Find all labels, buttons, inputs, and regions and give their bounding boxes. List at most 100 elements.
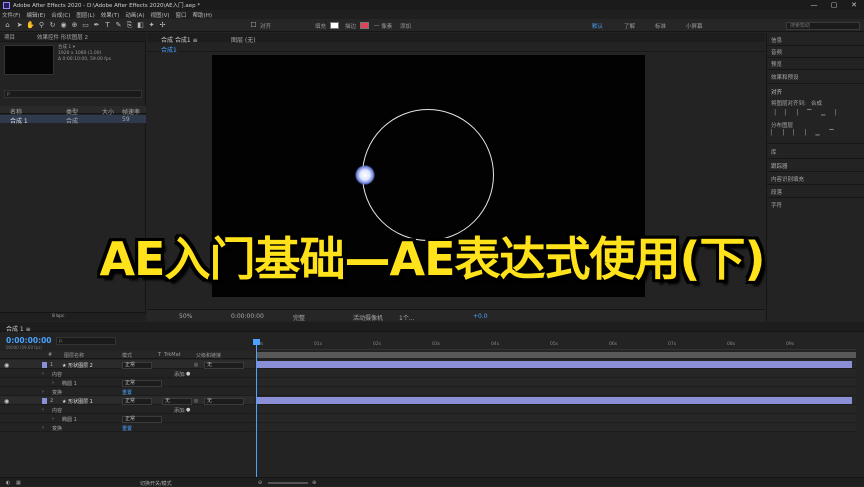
layer-name[interactable]: ★ 形状图层 1 [62, 398, 93, 405]
pen-tool-icon[interactable]: ✒ [92, 21, 101, 30]
property-transform[interactable]: › 变换 重置 [0, 387, 255, 396]
time-ruler[interactable]: 0s 01s 02s 03s 04s 05s 06s 07s 08s 09s [256, 340, 856, 350]
menu-help[interactable]: 帮助(H) [193, 11, 212, 19]
hand-tool-icon[interactable]: ✋ [26, 21, 35, 30]
ellipse-mode-select[interactable]: 正常 [122, 379, 162, 387]
playhead-line[interactable] [256, 339, 257, 477]
expand-chevron-icon[interactable]: › [42, 425, 44, 431]
selection-tool-icon[interactable]: ➤ [15, 21, 24, 30]
ellipse-shape[interactable] [362, 109, 494, 241]
workspace-small-screen[interactable]: 小屏幕 [686, 22, 703, 30]
panel-preview[interactable]: 预览 [771, 60, 782, 68]
expand-chevron-icon[interactable]: › [42, 371, 44, 377]
timeline-search-input[interactable] [56, 337, 116, 345]
stroke-width-value[interactable]: 一 像素 [374, 22, 392, 30]
minimize-button[interactable]: — [804, 0, 824, 10]
layer-mode-select[interactable]: 正常 [122, 361, 152, 369]
expand-chevron-icon[interactable]: › [42, 389, 44, 395]
property-transform[interactable]: › 变换 重置 [0, 423, 255, 432]
tab-effect-controls[interactable]: 效果控件 形状图层 2 [37, 33, 88, 41]
label-color-swatch[interactable] [42, 397, 47, 404]
zoom-level[interactable]: 50% [179, 313, 192, 320]
layer-duration-bar-2[interactable] [257, 397, 852, 404]
parent-pickwhip-icon[interactable]: ◎ [194, 362, 198, 368]
parent-pickwhip-icon[interactable]: ◎ [194, 398, 198, 404]
panel-library[interactable]: 库 [771, 148, 777, 156]
add-circle-icon[interactable]: ● [186, 371, 190, 377]
panel-align[interactable]: 对齐 [771, 88, 782, 96]
camera-tool-icon[interactable]: ◉ [59, 21, 68, 30]
zoom-out-icon[interactable]: ⊖ [258, 480, 262, 486]
work-area-bar[interactable] [256, 352, 856, 358]
property-contents[interactable]: › 内容 添加: ● [0, 405, 255, 414]
stroke-label[interactable]: 描边 [345, 22, 356, 30]
project-item-row[interactable]: 合成 1 合成 59 [0, 115, 146, 125]
add-circle-icon[interactable]: ● [186, 407, 190, 413]
eye-icon[interactable]: ◉ [4, 362, 9, 369]
distribute-buttons-icon[interactable]: ▏▕ ▏▕ ▁ ▔ [771, 130, 838, 136]
panel-audio[interactable]: 音频 [771, 48, 782, 56]
layer-parent-select[interactable]: 无 [204, 397, 244, 405]
menu-window[interactable]: 窗口 [176, 11, 187, 19]
fill-color-swatch[interactable] [330, 22, 339, 29]
column-mode[interactable]: 模式 [122, 352, 132, 359]
workspace-learn[interactable]: 了解 [624, 22, 635, 30]
camera-select[interactable]: 活动摄像机 [353, 313, 383, 322]
layer-duration-bar-1[interactable] [257, 361, 852, 368]
orbiting-dot-shape[interactable] [355, 165, 375, 185]
stroke-color-swatch[interactable] [360, 22, 369, 29]
property-ellipse[interactable]: › 椭圆 1 正常 [0, 378, 255, 387]
maximize-button[interactable]: ▢ [824, 0, 844, 10]
expand-chevron-icon[interactable]: › [52, 380, 54, 386]
column-trkmat[interactable]: TrkMat [164, 352, 181, 358]
label-color-swatch[interactable] [42, 361, 47, 368]
layer-trkmat-select[interactable]: 无 [162, 397, 192, 405]
menu-layer[interactable]: 图层(L) [76, 11, 94, 19]
panel-paragraph[interactable]: 段落 [771, 188, 782, 196]
search-help-input[interactable] [786, 22, 860, 30]
align-to-select[interactable]: 合成 [811, 99, 822, 107]
property-ellipse[interactable]: › 椭圆 1 正常 [0, 414, 255, 423]
rotate-tool-icon[interactable]: ↻ [48, 21, 57, 30]
layer-row-1[interactable]: ◉ 1 ★ 形状图层 2 正常 ◎ 无 [0, 360, 255, 369]
workspace-standard[interactable]: 标准 [655, 22, 666, 30]
type-tool-icon[interactable]: T [103, 21, 112, 30]
transform-reset-link[interactable]: 重置 [122, 425, 132, 432]
ellipse-mode-select[interactable]: 正常 [122, 415, 162, 423]
menu-file[interactable]: 文件(F) [2, 11, 20, 19]
close-button[interactable]: ✕ [844, 0, 864, 10]
panel-info[interactable]: 信息 [771, 36, 782, 44]
panel-character[interactable]: 字符 [771, 201, 782, 209]
property-contents[interactable]: › 内容 添加: ● [0, 369, 255, 378]
menu-animation[interactable]: 动画(A) [125, 11, 144, 19]
column-layer-name[interactable]: 图层名称 [64, 352, 84, 359]
layer-mode-select[interactable]: 正常 [122, 397, 152, 405]
pan-behind-tool-icon[interactable]: ⊕ [70, 21, 79, 30]
expand-chevron-icon[interactable]: › [42, 407, 44, 413]
align-buttons-icon[interactable]: ▕ ▏▕ ▔ ▁ ▏ [771, 110, 843, 116]
workspace-default[interactable]: 默认 [592, 22, 603, 30]
layer-row-2[interactable]: ◉ 2 ★ 形状图层 1 正常 无 ◎ 无 [0, 396, 255, 405]
align-checkbox-icon[interactable]: ☐ [249, 21, 258, 30]
rectangle-tool-icon[interactable]: ▭ [81, 21, 90, 30]
layer-name[interactable]: ★ 形状图层 2 [62, 362, 93, 369]
menu-composition[interactable]: 合成(C) [51, 11, 70, 19]
tab-comp1-timeline[interactable]: 合成 1 ≡ [6, 324, 31, 333]
add-label[interactable]: 添加: [174, 407, 186, 414]
views-select[interactable]: 1个... [399, 313, 415, 322]
menu-effect[interactable]: 效果(T) [101, 11, 120, 19]
layer-parent-select[interactable]: 无 [204, 361, 244, 369]
panel-effects-presets[interactable]: 效果和预设 [771, 73, 799, 81]
subtab-comp1[interactable]: 合成1 [161, 45, 177, 54]
playhead-handle[interactable] [253, 339, 260, 345]
tab-project[interactable]: 项目 [4, 33, 15, 41]
viewer-time[interactable]: 0:00:00:00 [231, 313, 264, 320]
roto-brush-tool-icon[interactable]: ✦ [147, 21, 156, 30]
panel-tracker[interactable]: 跟踪器 [771, 162, 788, 170]
timeline-zoom-slider[interactable] [268, 482, 308, 484]
add-label[interactable]: 添加 [400, 22, 411, 30]
menu-view[interactable]: 视图(V) [150, 11, 169, 19]
add-label[interactable]: 添加: [174, 371, 186, 378]
transform-reset-link[interactable]: 重置 [122, 389, 132, 396]
menu-edit[interactable]: 编辑(E) [26, 11, 45, 19]
